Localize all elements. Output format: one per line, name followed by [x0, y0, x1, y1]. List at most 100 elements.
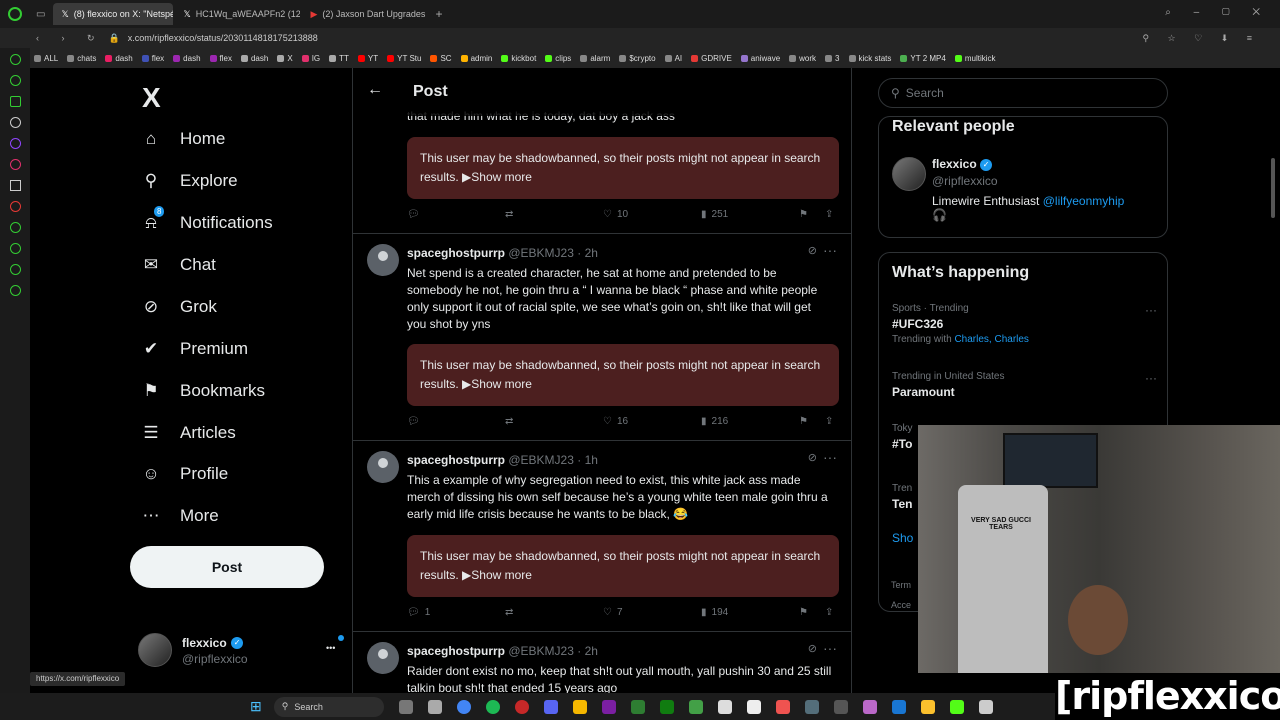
avatar[interactable] [892, 157, 926, 191]
reply-icon[interactable]: 💬︎ [407, 209, 425, 220]
browser-tab[interactable]: 𝕏 (8) flexxico on X: "Netspé [53, 3, 174, 25]
more-options-icon[interactable]: ··· [823, 640, 837, 656]
nav-item-explore[interactable]: ⚲ Explore [140, 166, 238, 196]
history-icon[interactable] [9, 243, 21, 254]
author-name[interactable]: spaceghostpurrp [407, 644, 505, 658]
footer-links[interactable]: Term Acce [891, 575, 911, 615]
steam-icon[interactable] [891, 699, 906, 714]
new-tab-button[interactable]: + [435, 7, 442, 21]
trend-link[interactable]: Charles, Charles [954, 334, 1028, 345]
opera-icon[interactable] [514, 699, 529, 714]
repost-icon[interactable]: ⇄ [505, 607, 518, 618]
sidebar-app-icon[interactable] [9, 222, 21, 233]
views-count[interactable]: ▮ 194 [701, 607, 728, 618]
sidebar-app-icon[interactable] [9, 201, 21, 212]
window-controls[interactable]: ⌕ – ▢ ✕ [1165, 7, 1270, 18]
like-button[interactable]: ♡ 10 [603, 209, 628, 220]
trend-item[interactable]: Sports · Trending #UFC326 Trending with Ch… [892, 303, 1157, 345]
show-more-link[interactable]: Sho [892, 531, 913, 545]
share-icon[interactable]: ⇪ [825, 416, 833, 427]
trend-item[interactable]: Trending in United States Paramount ··· [892, 371, 1157, 399]
reply-icon[interactable]: 💬︎ 1 [407, 607, 430, 618]
share-icon[interactable]: ⇪ [825, 209, 833, 220]
more-options-icon[interactable]: ··· [823, 449, 837, 465]
bookmark-item[interactable]: ALL [34, 54, 58, 63]
bookmark-item[interactable]: flex [209, 54, 232, 63]
scrollbar[interactable] [1271, 158, 1275, 218]
taskbar-app-icon[interactable] [833, 699, 848, 714]
instagram-icon[interactable] [9, 159, 21, 170]
avatar[interactable] [367, 244, 399, 276]
bookmark-item[interactable]: IG [301, 54, 320, 63]
bookmark-item[interactable]: dash [105, 54, 133, 63]
windows-start-icon[interactable]: ⊞ [250, 698, 262, 715]
browser-tab[interactable]: 𝕏 HC1Wq_aWEAAPFn2 (120… [175, 3, 300, 25]
nav-item-profile[interactable]: ☺ Profile [140, 459, 228, 489]
bookmark-icon[interactable]: ⚑ [799, 209, 808, 220]
x-logo[interactable]: X [142, 82, 161, 114]
back-arrow-icon[interactable]: ← [367, 81, 383, 99]
settings-icon[interactable] [9, 285, 21, 296]
file-explorer-icon[interactable] [572, 699, 587, 714]
bookmark-item[interactable]: $crypto [619, 54, 656, 63]
taskbar-app-icon[interactable] [920, 699, 935, 714]
show-more-link[interactable]: ▶Show more [462, 377, 532, 391]
bookmark-item[interactable]: flex [141, 54, 164, 63]
tweet-time[interactable]: · 2h [577, 246, 598, 260]
bookmark-item[interactable]: admin [460, 54, 492, 63]
repost-icon[interactable]: ⇄ [505, 209, 518, 220]
reply-tweet[interactable]: spaceghostpurrp @EBKMJ23 · 2h ⊘ ··· Net … [353, 234, 851, 441]
bookmark-item[interactable]: 3 [825, 54, 840, 63]
reply-icon[interactable]: 💬︎ [407, 416, 425, 427]
bookmark-item[interactable]: dash [240, 54, 268, 63]
nav-buttons[interactable]: ‹ › ↻ [36, 33, 105, 44]
taskbar-app-icon[interactable] [746, 699, 761, 714]
chrome-icon[interactable] [456, 699, 471, 714]
nav-item-grok[interactable]: ⊘ Grok [140, 292, 217, 322]
discord-icon[interactable] [543, 699, 558, 714]
more-options-icon[interactable]: ··· [1145, 303, 1157, 317]
show-more-link[interactable]: ▶Show more [462, 568, 532, 582]
bio-link[interactable]: @lilfyeonmyhip [1043, 194, 1125, 208]
author-handle[interactable]: @EBKMJ23 [508, 246, 574, 260]
person-card[interactable]: flexxico ✓ @ripflexxico Limewire Enthusi… [932, 157, 1124, 222]
tab-overview-icon[interactable]: ▭ [36, 9, 45, 20]
sidebar-app-icon[interactable] [9, 54, 21, 65]
taskbar-app-icon[interactable] [601, 699, 616, 714]
taskbar-app-icon[interactable] [804, 699, 819, 714]
account-switcher[interactable]: flexxico ✓ @ripflexxico ••• [138, 633, 344, 667]
sidebar-app-icon[interactable] [9, 117, 21, 128]
author-name[interactable]: spaceghostpurrp [407, 246, 505, 260]
taskbar-app-icon[interactable] [717, 699, 732, 714]
avatar[interactable] [367, 642, 399, 674]
share-icon[interactable]: ⇪ [825, 607, 833, 618]
nav-item-premium[interactable]: ✔ Premium [140, 334, 248, 364]
grok-icon[interactable]: ⊘ [808, 642, 817, 655]
bookmark-item[interactable]: multikick [954, 54, 996, 63]
taskbar-app-icon[interactable] [978, 699, 993, 714]
opera-logo-icon[interactable] [8, 7, 22, 21]
xbox-icon[interactable] [659, 699, 674, 714]
nav-item-notifications[interactable]: ⍾ 8 Notifications [140, 206, 273, 238]
taskbar-app-icon[interactable] [775, 699, 790, 714]
taskbar-app-icon[interactable] [427, 699, 442, 714]
nav-item-bookmarks[interactable]: ⚑ Bookmarks [140, 376, 265, 406]
bookmark-icon[interactable]: ⚑ [799, 416, 808, 427]
views-count[interactable]: ▮ 216 [701, 416, 728, 427]
bookmark-item[interactable]: YT Stu [387, 54, 421, 63]
nav-item-home[interactable]: ⌂ Home [140, 124, 226, 154]
like-button[interactable]: ♡ 7 [603, 607, 623, 618]
taskbar-search[interactable]: ⚲ Search [273, 696, 384, 717]
nav-item-articles[interactable]: ☰ Articles [140, 418, 235, 448]
more-options-icon[interactable]: ··· [1145, 371, 1157, 385]
post-button[interactable]: Post [130, 546, 324, 588]
reply-tweet[interactable]: spaceghostpurrp @EBKMJ23 · 1h ⊘ ··· This… [353, 441, 851, 632]
bookmark-item[interactable]: chats [67, 54, 96, 63]
bookmark-item[interactable]: alarm [580, 54, 610, 63]
nav-item-chat[interactable]: ✉ Chat [140, 250, 216, 280]
bookmark-icon[interactable]: ⚑ [799, 607, 808, 618]
grok-icon[interactable]: ⊘ [808, 451, 817, 464]
bookmark-item[interactable]: kickbot [501, 54, 536, 63]
search-input[interactable]: ⚲ Search [878, 78, 1168, 108]
author-handle[interactable]: @EBKMJ23 [508, 453, 574, 467]
